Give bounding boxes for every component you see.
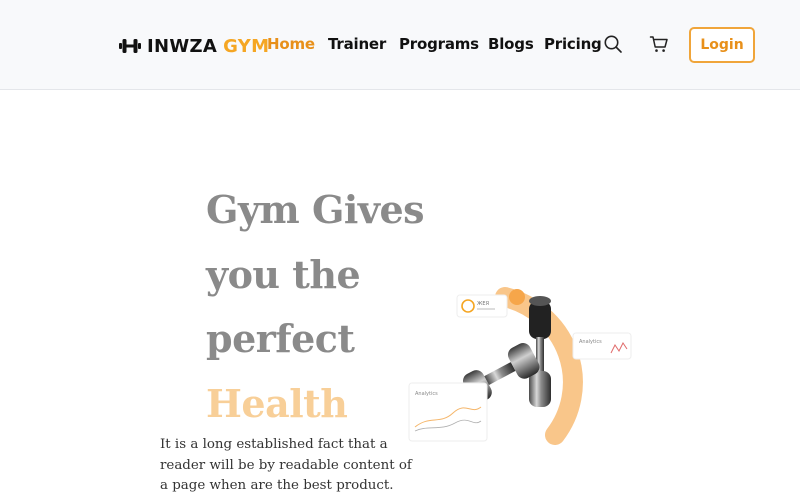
hero-title-line-3: perfect — [206, 316, 355, 361]
hero-title-line-2: you the — [206, 251, 361, 297]
site-header: INWZA GYM Home Trainer Programs Blogs Pri… — [0, 0, 800, 90]
nav-home[interactable]: Home — [267, 35, 315, 53]
hero-title: Gym Gives you the perfect Health — [206, 178, 426, 436]
brand-name: INWZA GYM — [147, 35, 270, 57]
cart-icon[interactable] — [649, 34, 669, 54]
card-top-label: ЖЕЯ — [477, 301, 489, 307]
card-right-label: Analytics — [579, 339, 602, 345]
dumbbell-icon — [119, 39, 141, 53]
card-left-label: Analytics — [415, 391, 438, 397]
nav-pricing[interactable]: Pricing — [544, 35, 602, 53]
nav-blogs[interactable]: Blogs — [488, 35, 534, 53]
dumbbell-illustration: ЖЕЯ Analytics Analytics — [408, 287, 632, 445]
stats-card-right: Analytics — [572, 332, 632, 360]
hero-title-highlight: Health — [206, 380, 348, 426]
stats-card-left: Analytics — [408, 382, 488, 442]
brand-accent: GYM — [223, 35, 270, 57]
stats-card-top: ЖЕЯ — [456, 294, 508, 318]
nav-programs[interactable]: Programs — [399, 35, 479, 53]
hero-description: It is a long established fact that a rea… — [160, 437, 412, 493]
login-button[interactable]: Login — [689, 27, 755, 63]
hero-illustration: ЖЕЯ Analytics Analytics — [405, 275, 645, 450]
hero-title-line-1: Gym Gives — [206, 187, 425, 232]
nav-trainer[interactable]: Trainer — [328, 35, 386, 53]
search-icon[interactable] — [603, 34, 623, 54]
brand-logo[interactable]: INWZA GYM — [119, 33, 269, 59]
